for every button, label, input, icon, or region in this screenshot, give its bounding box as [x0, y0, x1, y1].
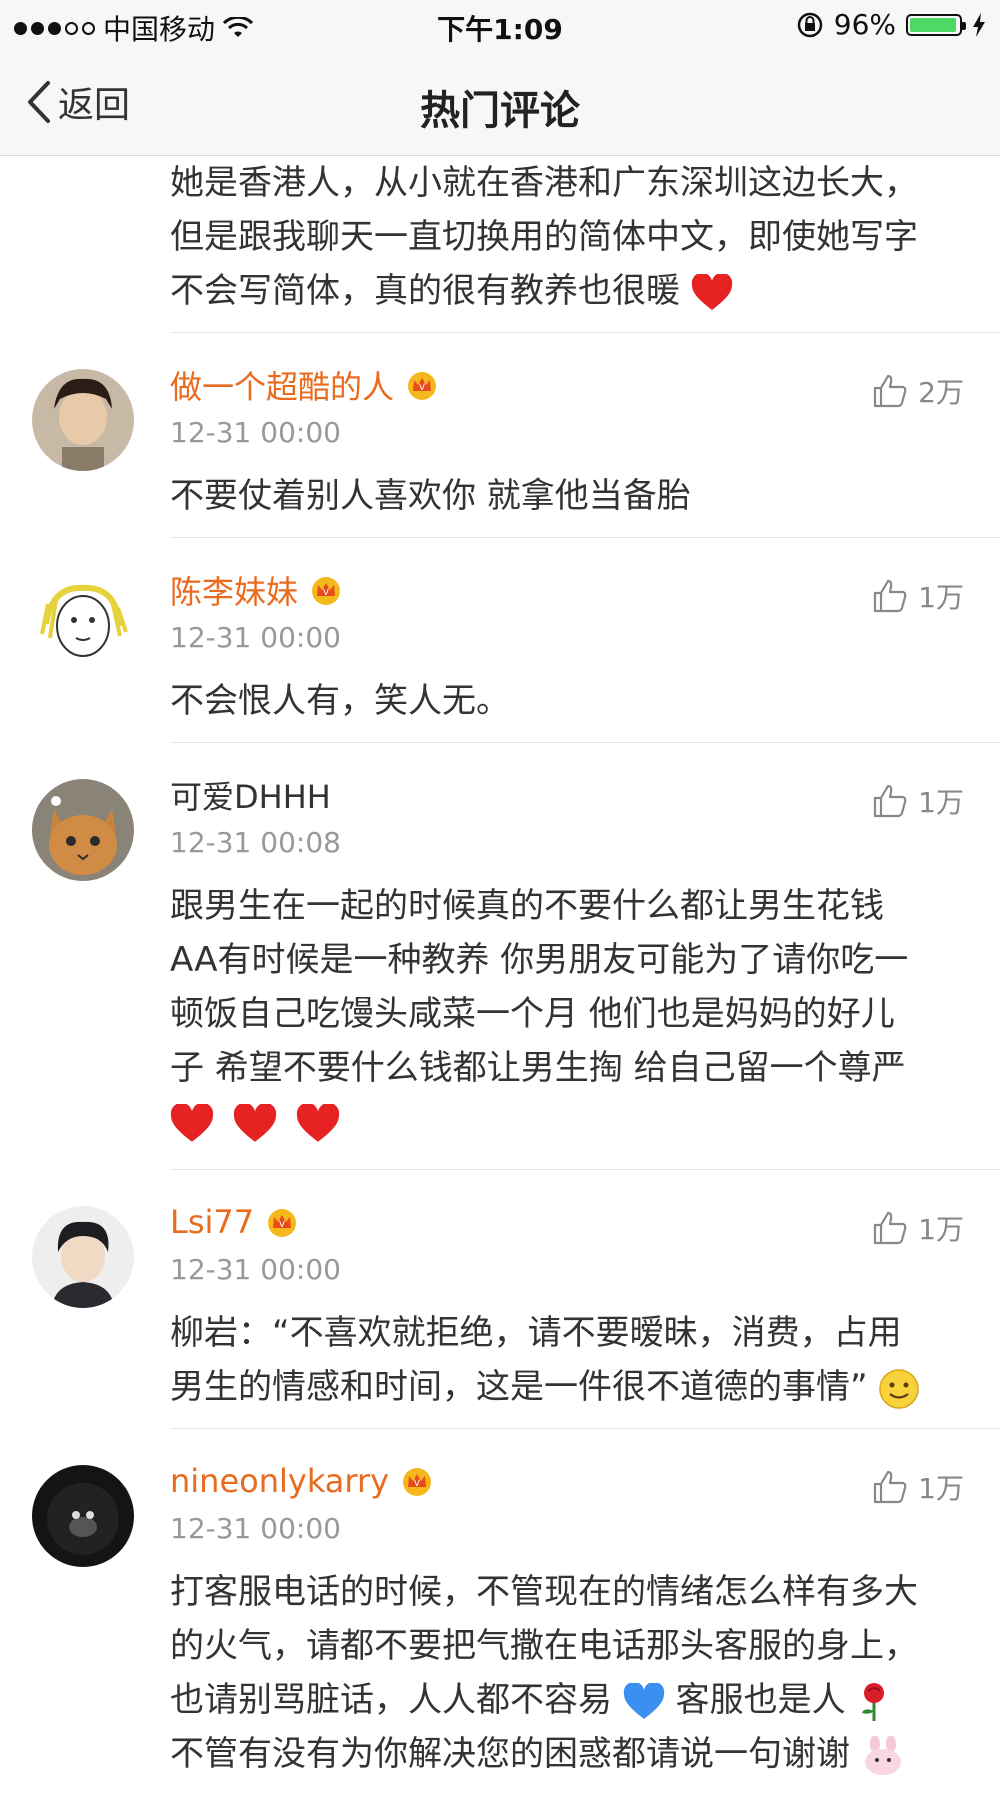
- like-button[interactable]: 1万: [872, 781, 964, 821]
- battery-level: [910, 17, 956, 32]
- commenter-name[interactable]: 做一个超酷的人: [170, 362, 394, 408]
- vip-crown-icon: V: [403, 1468, 432, 1496]
- avatar[interactable]: [32, 369, 134, 471]
- like-button[interactable]: 2万: [872, 371, 964, 411]
- avatar[interactable]: [32, 574, 134, 676]
- like-count: 2万: [918, 376, 964, 409]
- comment-line: 跟男生在一起的时候真的不要什么都让男生花钱: [170, 886, 884, 926]
- comment-line: 的火气，请都不要把气撒在电话那头客服的身上，: [170, 1626, 918, 1666]
- avatar[interactable]: [32, 1206, 134, 1308]
- heart-emoji-icon: [170, 1103, 214, 1142]
- comment-time: 12-31 00:00: [170, 1253, 341, 1286]
- like-button[interactable]: 1万: [872, 1208, 964, 1248]
- like-button[interactable]: 1万: [872, 1467, 964, 1507]
- comment-line: 不会写简体，真的很有教养也很暖: [170, 264, 980, 318]
- comment-body: 跟男生在一起的时候真的不要什么都让男生花钱 AA有时候是一种教养 你男朋友可能为…: [170, 879, 970, 1155]
- comment-line: 子 希望不要什么钱都让男生掏 给自己留一个尊严: [170, 1048, 906, 1088]
- commenter-name[interactable]: 陈李妹妹: [170, 567, 298, 613]
- heart-emoji-icon: [296, 1103, 339, 1142]
- comment-line: 打客服电话的时候，不管现在的情绪怎么样有多大: [170, 1572, 918, 1612]
- battery-percent: 96%: [833, 8, 896, 41]
- comment-line: AA有时候是一种教养 你男朋友可能为了请你吃一: [170, 940, 909, 980]
- thumbs-up-icon: [874, 579, 907, 613]
- like-count: 1万: [918, 1213, 964, 1246]
- comment-time: 12-31 00:08: [170, 826, 341, 859]
- svg-text:V: V: [414, 1479, 421, 1489]
- comment-line: 不要仗着别人喜欢你 就拿他当备胎: [170, 476, 691, 516]
- svg-text:V: V: [419, 383, 426, 393]
- svg-text:V: V: [279, 1220, 286, 1230]
- thumbs-up-icon: [874, 784, 907, 818]
- page-title: 热门评论: [420, 88, 580, 134]
- commenter-name[interactable]: nineonlykarry: [170, 1462, 389, 1500]
- comment-item: 做一个超酷的人 V 12-31 00:00 2万 不要仗着别人喜欢你 就拿他当备…: [0, 333, 1000, 537]
- comment-line: 不管有没有为你解决您的困惑都请说一句谢谢: [170, 1727, 970, 1781]
- charging-icon: [973, 12, 985, 37]
- avatar[interactable]: [32, 1465, 134, 1567]
- heart-emoji-icon: [233, 1103, 276, 1142]
- battery-icon: [906, 13, 966, 36]
- bunny-emoji-icon: [864, 1735, 901, 1775]
- comment-item: Lsi77 V 12-31 00:00 1万 柳岩：“不喜欢就拒绝，请不要暧昧，…: [0, 1170, 1000, 1428]
- vip-crown-icon: V: [268, 1209, 297, 1237]
- comment-body: 柳岩：“不喜欢就拒绝，请不要暧昧，消费，占用 男生的情感和时间，这是一件很不道德…: [170, 1306, 970, 1414]
- comment-line: 不会恨人有，笑人无。: [170, 681, 510, 721]
- partial-comment-body: 她是香港人，从小就在香港和广东深圳这边长大， 但是跟我聊天一直切换用的简体中文，…: [0, 156, 1000, 332]
- thumbs-up-icon: [874, 1470, 907, 1504]
- comment-line: 但是跟我聊天一直切换用的简体中文，即使她写字: [170, 217, 918, 257]
- comment-body: 不要仗着别人喜欢你 就拿他当备胎: [170, 469, 970, 523]
- comment-body: 不会恨人有，笑人无。: [170, 674, 970, 728]
- smile-emoji-icon: [879, 1368, 920, 1409]
- vip-crown-icon: V: [408, 372, 437, 400]
- commenter-name[interactable]: 可爱DHHH: [170, 772, 331, 818]
- like-button[interactable]: 1万: [872, 576, 964, 616]
- comment-line: 也请别骂脏话，人人都不容易 客服也是人: [170, 1673, 970, 1727]
- comment-time: 12-31 00:00: [170, 416, 341, 449]
- comment-item: 可爱DHHH 12-31 00:08 1万 跟男生在一起的时候真的不要什么都让男…: [0, 743, 1000, 1169]
- rotation-lock-icon: [797, 12, 823, 37]
- comment-item: nineonlykarry V 12-31 00:00 1万 打客服电话的时候，…: [0, 1429, 1000, 1795]
- comment-line: 男生的情感和时间，这是一件很不道德的事情”: [170, 1360, 970, 1414]
- comment-line: 顿饭自己吃馒头咸菜一个月 他们也是妈妈的好儿: [170, 994, 895, 1034]
- comment-line: 柳岩：“不喜欢就拒绝，请不要暧昧，消费，占用: [170, 1313, 902, 1353]
- comment-line: 她是香港人，从小就在香港和广东深圳这边长大，: [170, 163, 918, 203]
- status-right: 96%: [796, 8, 986, 41]
- vip-crown-icon: V: [312, 577, 341, 605]
- like-count: 1万: [918, 581, 964, 614]
- thumbs-up-icon: [874, 374, 907, 408]
- comment-item: 陈李妹妹 V 12-31 00:00 1万 不会恨人有，笑人无。: [0, 538, 1000, 742]
- avatar[interactable]: [32, 779, 134, 881]
- rose-emoji-icon: [862, 1682, 885, 1721]
- comment-time: 12-31 00:00: [170, 621, 341, 654]
- nav-bar: 返回 热门评论: [0, 50, 1000, 156]
- comment-body: 打客服电话的时候，不管现在的情绪怎么样有多大 的火气，请都不要把气撒在电话那头客…: [170, 1565, 970, 1781]
- like-count: 1万: [918, 1472, 964, 1505]
- thumbs-up-icon: [874, 1211, 907, 1245]
- blue-heart-emoji-icon: [623, 1682, 665, 1719]
- comment-time: 12-31 00:00: [170, 1512, 341, 1545]
- svg-text:V: V: [323, 588, 330, 598]
- commenter-name[interactable]: Lsi77: [170, 1203, 254, 1241]
- comment-list: 她是香港人，从小就在香港和广东深圳这边长大， 但是跟我聊天一直切换用的简体中文，…: [0, 156, 1000, 1795]
- status-bar: 中国移动 下午1:09 96%: [0, 0, 1000, 50]
- heart-emoji-icon: [691, 273, 733, 310]
- emoji-row: [170, 1095, 970, 1155]
- like-count: 1万: [918, 786, 964, 819]
